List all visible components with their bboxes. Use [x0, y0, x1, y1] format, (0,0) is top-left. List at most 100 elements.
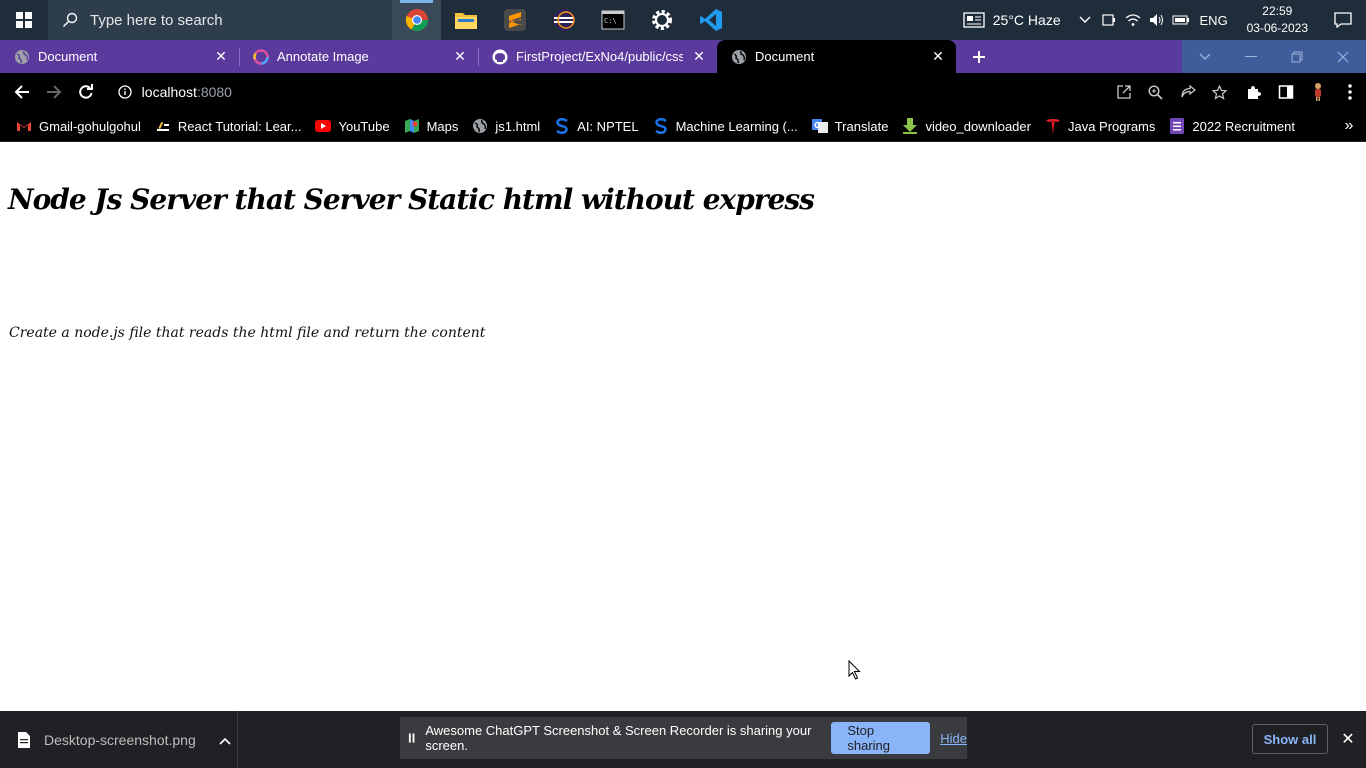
bookmark-translate[interactable]: G Translate — [806, 113, 897, 139]
bookmark-maps[interactable]: Maps — [398, 113, 467, 139]
bookmark-label: video_downloader — [925, 118, 1031, 134]
arrow-left-icon — [14, 85, 29, 99]
notification-center-icon[interactable] — [1320, 0, 1366, 40]
sharing-message: Awesome ChatGPT Screenshot & Screen Reco… — [425, 723, 812, 753]
bookmark-label: Maps — [426, 118, 459, 134]
forms-icon — [1170, 118, 1185, 134]
taskbar-terminal[interactable]: C:\ — [588, 0, 637, 40]
url-text: localhost:8080 — [142, 84, 232, 100]
globe-icon — [15, 49, 29, 64]
maps-icon — [404, 119, 419, 133]
globe-icon — [473, 119, 488, 133]
svg-text:C:\: C:\ — [604, 17, 617, 25]
battery-saver-icon[interactable] — [1097, 0, 1121, 40]
download-item[interactable]: Desktop-screenshot.png — [0, 711, 238, 768]
chevron-up-icon[interactable] — [213, 732, 237, 748]
taskbar-clock[interactable]: 22:59 03-06-2023 — [1235, 3, 1320, 37]
bookmark-js1-html[interactable]: js1.html — [466, 113, 548, 139]
bookmark-youtube[interactable]: YouTube — [309, 113, 397, 139]
share-icon[interactable] — [1172, 77, 1204, 107]
info-icon[interactable] — [118, 85, 132, 99]
bookmark-label: Machine Learning (... — [675, 118, 798, 134]
side-panel-icon[interactable] — [1270, 77, 1302, 107]
tab-document-active[interactable]: Document ✕ — [717, 40, 956, 73]
zoom-icon[interactable] — [1140, 77, 1172, 107]
bookmark-java-programs[interactable]: Java Programs — [1039, 113, 1163, 139]
tab-title: Document — [755, 49, 815, 64]
chevron-up-icon[interactable] — [1073, 0, 1097, 40]
bookmarks-overflow-icon[interactable]: » — [1332, 117, 1366, 135]
show-all-button[interactable]: Show all — [1252, 724, 1328, 754]
wifi-icon[interactable] — [1121, 0, 1145, 40]
mouse-cursor-icon — [848, 660, 861, 680]
download-filename: Desktop-screenshot.png — [44, 731, 196, 748]
language-indicator[interactable]: ENG — [1193, 0, 1235, 40]
profile-avatar-icon[interactable] — [1302, 77, 1334, 107]
arrow-right-icon — [46, 85, 62, 99]
start-button[interactable] — [0, 0, 48, 40]
tab-document-1[interactable]: Document ✕ — [0, 40, 239, 73]
more-menu-icon[interactable] — [1334, 77, 1366, 107]
bookmark-label: Java Programs — [1067, 118, 1156, 134]
youtube-icon — [315, 120, 332, 132]
bookmark-star-icon[interactable] — [1204, 77, 1236, 107]
bookmark-react-tutorial[interactable]: React Tutorial: Lear... — [149, 113, 310, 139]
windows-taskbar: Type here to search C:\ 25°C Haze ENG 22… — [0, 0, 1366, 40]
tab-search-button[interactable] — [1182, 40, 1228, 73]
taskbar-sublime-text[interactable] — [490, 0, 539, 40]
react-icon — [156, 121, 169, 131]
bookmark-video-downloader[interactable]: video_downloader — [896, 113, 1039, 139]
new-tab-button[interactable] — [964, 40, 994, 73]
plus-icon — [973, 50, 985, 63]
close-icon — [1337, 51, 1349, 62]
hide-link[interactable]: Hide — [940, 731, 967, 746]
tesla-icon — [1045, 119, 1060, 134]
taskbar-file-explorer[interactable] — [441, 0, 490, 40]
weather-widget[interactable]: 25°C Haze — [963, 12, 1073, 28]
stop-sharing-button[interactable]: Stop sharing — [831, 722, 931, 754]
address-bar[interactable]: localhost:8080 — [107, 77, 1236, 107]
reload-button[interactable] — [70, 73, 102, 111]
folder-icon — [454, 13, 477, 29]
news-weather-icon — [963, 12, 985, 28]
bookmark-machine-learning[interactable]: Machine Learning (... — [647, 113, 806, 139]
pause-icon — [408, 733, 415, 743]
taskbar-settings[interactable] — [637, 0, 686, 40]
nptel-icon — [654, 118, 667, 134]
bookmark-label: js1.html — [495, 118, 541, 134]
bookmark-label: 2022 Recruitment — [1192, 118, 1296, 134]
taskbar-eclipse[interactable] — [539, 0, 588, 40]
close-icon[interactable]: ✕ — [1338, 727, 1358, 751]
chevron-down-icon — [1199, 53, 1211, 60]
restore-button[interactable] — [1274, 40, 1320, 73]
minimize-icon — [1245, 55, 1257, 57]
close-icon[interactable]: ✕ — [213, 48, 229, 65]
bookmark-ai-nptel[interactable]: AI: NPTEL — [548, 113, 646, 139]
minimize-button[interactable] — [1228, 40, 1274, 73]
bookmark-label: YouTube — [338, 118, 390, 134]
back-button[interactable] — [6, 73, 38, 111]
close-icon[interactable]: ✕ — [452, 48, 468, 65]
battery-icon[interactable] — [1169, 0, 1193, 40]
bookmark-2022-recruitment[interactable]: 2022 Recruitment — [1163, 113, 1303, 139]
bookmarks-bar: Gmail-gohulgohul React Tutorial: Lear...… — [0, 111, 1366, 142]
extensions-puzzle-icon[interactable] — [1238, 77, 1270, 107]
open-in-new-icon[interactable] — [1108, 77, 1140, 107]
taskbar-chrome[interactable] — [392, 0, 441, 40]
close-window-button[interactable] — [1320, 40, 1366, 73]
eclipse-icon — [552, 9, 575, 31]
bookmark-label: React Tutorial: Lear... — [177, 118, 302, 134]
svg-text:G: G — [814, 121, 821, 130]
taskbar-search[interactable]: Type here to search — [48, 0, 392, 40]
close-icon[interactable]: ✕ — [691, 48, 707, 65]
tab-github[interactable]: FirstProject/ExNo4/public/css at ✕ — [478, 40, 717, 73]
tab-annotate-image[interactable]: Annotate Image ✕ — [239, 40, 478, 73]
close-icon[interactable]: ✕ — [930, 48, 946, 65]
page-heading: Node Js Server that Server Static html w… — [8, 183, 815, 216]
terminal-icon: C:\ — [601, 10, 624, 30]
volume-icon[interactable] — [1145, 0, 1169, 40]
forward-button[interactable] — [38, 73, 70, 111]
taskbar-vscode[interactable] — [686, 0, 735, 40]
url-host: localhost — [141, 84, 197, 100]
bookmark-gmail[interactable]: Gmail-gohulgohul — [10, 113, 149, 139]
